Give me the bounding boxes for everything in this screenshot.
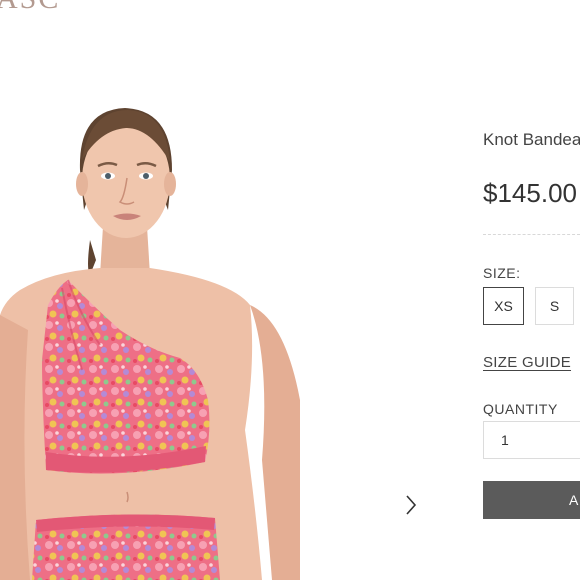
brand-logo[interactable]: ASC <box>0 0 60 16</box>
product-title: Knot Bandea <box>483 130 580 149</box>
chevron-right-icon <box>406 495 417 515</box>
size-option-xs[interactable]: XS <box>483 287 524 325</box>
size-option-s[interactable]: S <box>535 287 574 325</box>
add-to-cart-button[interactable]: A <box>483 481 580 519</box>
product-price: $145.00 <box>483 178 577 208</box>
gallery-next-button[interactable] <box>400 492 422 518</box>
product-image[interactable] <box>0 100 300 580</box>
divider <box>483 234 580 235</box>
quantity-input[interactable] <box>483 421 580 459</box>
size-label: SIZE: <box>483 265 521 281</box>
quantity-label: QUANTITY <box>483 401 558 417</box>
size-guide-link[interactable]: SIZE GUIDE <box>483 354 571 371</box>
